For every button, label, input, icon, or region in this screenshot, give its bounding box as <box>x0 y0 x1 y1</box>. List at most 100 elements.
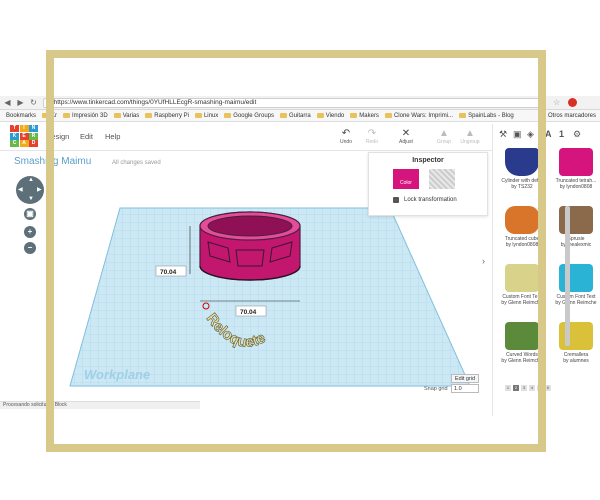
reload-icon[interactable]: ↻ <box>28 97 39 108</box>
logo-letter: K <box>10 132 19 140</box>
forward-icon[interactable]: ▶ <box>15 97 26 108</box>
color-swatch[interactable]: Color <box>393 169 419 189</box>
url-field[interactable]: ● https://www.tinkercad.com/things/0YUfH… <box>43 97 543 108</box>
menu-edit[interactable]: Edit <box>80 132 93 141</box>
url-text: https://www.tinkercad.com/things/0YUfHLL… <box>53 99 257 106</box>
shape-author: by lyndon0808 <box>505 242 539 248</box>
shape-item[interactable]: Sprusie by thealexmic <box>551 206 600 248</box>
bookmark-item[interactable]: Kr <box>42 113 57 119</box>
redo-button[interactable]: ↷ Redo <box>360 128 384 145</box>
logo-letter: E <box>19 132 29 140</box>
cube-icon[interactable]: ◈ <box>527 129 534 140</box>
orbit-right-icon[interactable]: ▶ <box>37 186 42 193</box>
logo-letter: I <box>19 125 29 132</box>
shapes-scrollbar[interactable] <box>565 206 570 346</box>
lock-icon: ● <box>47 99 51 106</box>
shape-thumbnail <box>559 148 593 176</box>
bookmark-item[interactable]: Guitarra <box>280 113 311 119</box>
shape-item[interactable]: Custom Font Te... by Glenn Reimche <box>497 264 547 306</box>
bookmark-item[interactable]: Makers <box>350 113 379 119</box>
bookmark-item[interactable]: SpainLabs - Blog <box>459 113 514 119</box>
inspector-title: Inspector <box>412 157 444 164</box>
dimension-height-value[interactable]: 70.04 <box>160 269 177 276</box>
home-view-icon[interactable]: ▣ <box>24 208 36 220</box>
panel-collapse-icon[interactable]: › <box>482 256 485 266</box>
shape-item[interactable]: Truncated tetrah... by lyndon0808 <box>551 148 600 190</box>
zoom-out-icon[interactable]: − <box>24 242 36 254</box>
shape-thumbnail <box>505 148 539 176</box>
group-button[interactable]: ▲ Group <box>432 128 456 145</box>
orbit-control[interactable]: ▲ ▼ ◀ ▶ <box>16 176 44 204</box>
pager-page[interactable]: 5 <box>537 385 543 391</box>
ungroup-button[interactable]: ▲ Ungroup <box>458 128 482 145</box>
tinkercad-logo[interactable]: TIN KER CAD <box>10 125 38 147</box>
shape-author: by alumnes <box>563 358 589 364</box>
settings-icon[interactable]: ⚙ <box>573 129 581 140</box>
folder-icon <box>280 113 287 118</box>
numbers-icon[interactable]: 1 <box>559 129 564 139</box>
shape-item[interactable]: Cremallera by alumnes <box>551 322 600 364</box>
extension-icon[interactable] <box>568 98 578 107</box>
bookmark-item[interactable]: Raspberry Pi <box>145 113 189 119</box>
dimension-width-value[interactable]: 70.04 <box>240 309 257 316</box>
letters-icon[interactable]: A <box>545 129 552 139</box>
bookmark-item[interactable]: Viendo <box>316 113 344 119</box>
orbit-left-icon[interactable]: ◀ <box>18 186 23 193</box>
undo-button[interactable]: ↶ Undo <box>334 128 358 145</box>
undo-icon: ↶ <box>341 128 351 139</box>
shape-item[interactable]: Curved Words by Glenn Reimche <box>497 322 547 364</box>
logo-letter: A <box>19 140 29 147</box>
folder-icon <box>194 113 202 118</box>
zoom-in-icon[interactable]: + <box>24 226 36 238</box>
shape-author: by Glenn Reimche <box>555 300 597 306</box>
orbit-up-icon[interactable]: ▲ <box>28 177 34 183</box>
save-status: All changes saved <box>112 160 161 166</box>
snap-grid-select[interactable]: 1.0 <box>451 384 479 393</box>
adjust-button[interactable]: ✕ Adjust <box>394 128 418 145</box>
pager-page[interactable]: 6 <box>545 385 551 391</box>
pager-page[interactable]: 1 <box>505 385 511 391</box>
lock-transformation-toggle[interactable]: Lock transformation <box>393 197 457 203</box>
box-icon[interactable]: ▣ <box>513 129 522 140</box>
shapes-panel: ⚒ ▣ ◈ A 1 ⚙ Cylinder with def... by TS232… <box>492 124 600 416</box>
shape-author: by thealexmic <box>560 242 592 248</box>
inspector-panel: Inspector Color Lock transformation <box>368 152 488 216</box>
bookmark-item[interactable]: Varias <box>113 113 139 119</box>
bookmark-item[interactable]: Clone Wars: Imprimi... <box>384 113 453 119</box>
bookmark-item[interactable]: Impresión 3D <box>63 113 108 119</box>
workplane-label: Workplane <box>84 367 150 382</box>
folder-icon <box>316 113 324 118</box>
pager-page[interactable]: 2 <box>513 385 519 391</box>
bookmark-item[interactable]: Linux <box>194 113 218 119</box>
shape-item[interactable]: Custom Font Text by Glenn Reimche <box>551 264 600 306</box>
workplane-viewport[interactable]: Workplane 70.04 70.04 Reloquete <box>50 206 490 416</box>
edit-grid-button[interactable]: Edit grid <box>451 374 479 383</box>
shape-author: by Glenn Reimche <box>501 300 543 306</box>
orbit-down-icon[interactable]: ▼ <box>28 196 34 202</box>
pager-page[interactable]: 3 <box>521 385 527 391</box>
logo-letter: D <box>29 140 38 147</box>
bookmark-star-icon[interactable]: ☆ <box>553 98 560 107</box>
hammer-icon[interactable]: ⚒ <box>499 129 507 140</box>
menu-help[interactable]: Help <box>105 132 120 141</box>
logo-letter: C <box>10 140 19 147</box>
bookmark-item[interactable]: Bookmarks <box>6 113 36 119</box>
group-icon: ▲ <box>439 128 449 139</box>
hole-swatch[interactable] <box>429 169 455 189</box>
shape-item[interactable]: Truncated cube by lyndon0808 <box>497 206 547 248</box>
ring-object[interactable] <box>199 211 301 281</box>
project-title[interactable]: Smashing Maimu <box>14 156 91 167</box>
pager-page[interactable]: 4 <box>529 385 535 391</box>
other-bookmarks[interactable]: Otros marcadores <box>548 113 596 119</box>
shape-author: by lyndon0808 <box>559 184 593 190</box>
folder-icon <box>384 113 392 118</box>
folder-icon <box>459 113 467 118</box>
back-icon[interactable]: ◀ <box>2 97 13 108</box>
shape-thumbnail <box>505 322 539 350</box>
logo-letter: T <box>10 125 19 132</box>
folder-icon <box>350 113 358 118</box>
shape-item[interactable]: Cylinder with def... by TS232 <box>497 148 547 190</box>
menu-design[interactable]: Design <box>46 132 69 141</box>
status-bar: Procesando solicitud... Block <box>0 401 200 409</box>
bookmark-item[interactable]: Google Groups <box>224 113 274 119</box>
